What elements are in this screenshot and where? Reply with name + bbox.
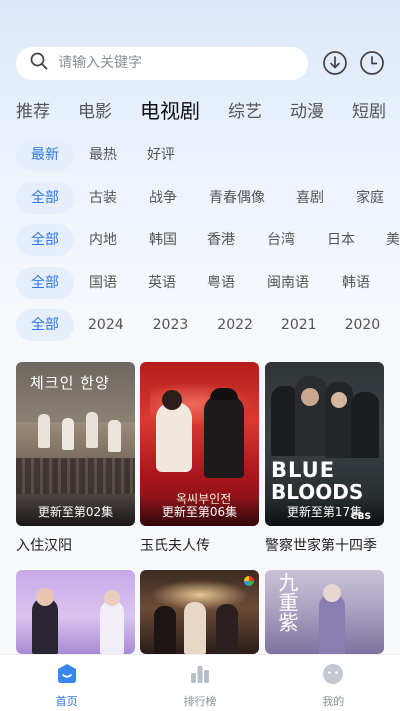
tab-tv-series[interactable]: 电视剧 (140, 95, 200, 124)
filter-genre-all[interactable]: 全部 (16, 182, 74, 214)
download-icon[interactable] (322, 50, 348, 76)
filter-sort-hot[interactable]: 最热 (89, 139, 117, 171)
filter-region-korea[interactable]: 韩国 (149, 224, 177, 256)
filter-genre-comedy[interactable]: 喜剧 (296, 182, 324, 214)
search-icon (30, 52, 48, 74)
filter-region-all[interactable]: 全部 (16, 224, 74, 256)
video-card[interactable]: 체크인 한양 更新至第02集 入住汉阳 (16, 362, 135, 555)
poster-logo-text: 九重紫 (275, 572, 299, 632)
filter-row-language: 全部 国语 英语 粤语 闽南语 韩语 (16, 267, 400, 299)
filter-genre-costume[interactable]: 古装 (89, 182, 117, 214)
home-icon (56, 663, 78, 689)
filter-year-all[interactable]: 全部 (16, 309, 74, 341)
filter-sort-latest[interactable]: 最新 (16, 139, 74, 171)
network-logo-text: CBS (351, 512, 371, 522)
filter-row-year: 全部 2024 2023 2022 2021 2020 (16, 309, 400, 341)
filter-lang-cantonese[interactable]: 粤语 (207, 267, 235, 299)
search-input[interactable] (58, 55, 278, 71)
filter-row-sort: 最新 最热 好评 (16, 139, 400, 171)
nav-profile[interactable]: 我的 (267, 655, 400, 711)
filter-region-hongkong[interactable]: 香港 (207, 224, 235, 256)
video-card[interactable]: 九重紫 (265, 570, 384, 654)
filter-region-mainland[interactable]: 内地 (89, 224, 117, 256)
history-clock-icon[interactable] (359, 50, 385, 76)
poster-image: 옥씨부인전 更新至第06集 (140, 362, 259, 526)
filter-year-2022[interactable]: 2022 (217, 309, 253, 341)
tab-movies[interactable]: 电影 (78, 97, 112, 122)
poster-image: 九重紫 (265, 570, 384, 654)
card-title: 入住汉阳 (16, 538, 72, 554)
filter-lang-english[interactable]: 英语 (148, 267, 176, 299)
filter-year-2024[interactable]: 2024 (88, 309, 124, 341)
poster-image (16, 570, 135, 654)
filter-region-taiwan[interactable]: 台湾 (267, 224, 295, 256)
poster-logo-text: 체크인 한양 (30, 374, 110, 392)
profile-face-icon (322, 663, 344, 689)
poster-image: 체크인 한양 更新至第02集 (16, 362, 135, 526)
video-card[interactable] (140, 570, 259, 654)
card-title: 玉氏夫人传 (140, 538, 210, 554)
filter-lang-all[interactable]: 全部 (16, 267, 74, 299)
poster-image (140, 570, 259, 654)
filter-lang-minnan[interactable]: 闽南语 (267, 267, 309, 299)
ranking-bar-icon (189, 663, 211, 689)
filter-lang-korean[interactable]: 韩语 (342, 267, 370, 299)
filter-genre-youth-idol[interactable]: 青春偶像 (209, 182, 265, 214)
episode-badge: 更新至第06集 (140, 498, 259, 526)
search-box[interactable] (16, 46, 308, 80)
nav-ranking[interactable]: 排行榜 (133, 655, 266, 711)
category-tabs: 推荐 电影 电视剧 综艺 动漫 短剧 (16, 94, 400, 124)
filter-region-japan[interactable]: 日本 (327, 224, 355, 256)
poster-title-line-1: BLUE (271, 458, 336, 482)
episode-badge: 更新至第02集 (16, 498, 135, 526)
filter-row-region: 全部 内地 韩国 香港 台湾 日本 美 (16, 224, 400, 256)
video-card[interactable]: BLUE BLOODS CBS 更新至第17集 警察世家第十四季 (265, 362, 384, 555)
top-bar (16, 46, 384, 80)
nav-ranking-label: 排行榜 (183, 695, 217, 708)
filter-genre-family[interactable]: 家庭 (356, 182, 384, 214)
tab-anime[interactable]: 动漫 (290, 97, 324, 122)
nav-home[interactable]: 首页 (0, 655, 133, 711)
filter-year-2020[interactable]: 2020 (345, 309, 381, 341)
filter-genre-war[interactable]: 战争 (149, 182, 177, 214)
filter-lang-mandarin[interactable]: 国语 (89, 267, 117, 299)
card-title: 警察世家第十四季 (265, 538, 377, 554)
nav-profile-label: 我的 (322, 695, 345, 708)
filter-row-genre: 全部 古装 战争 青春偶像 喜剧 家庭 (16, 182, 400, 214)
nav-home-label: 首页 (55, 695, 78, 708)
tab-recommend[interactable]: 推荐 (16, 97, 50, 122)
filter-region-usa[interactable]: 美 (386, 224, 400, 256)
tab-variety[interactable]: 综艺 (228, 97, 262, 122)
poster-image: BLUE BLOODS CBS 更新至第17集 (265, 362, 384, 526)
filter-year-2021[interactable]: 2021 (281, 309, 317, 341)
bottom-navigation: 首页 排行榜 我的 (0, 654, 400, 711)
video-card[interactable] (16, 570, 135, 654)
video-card[interactable]: 옥씨부인전 更新至第06集 玉氏夫人传 (140, 362, 259, 555)
filter-year-2023[interactable]: 2023 (153, 309, 189, 341)
tab-short-drama[interactable]: 短剧 (352, 97, 386, 122)
filter-sort-rating[interactable]: 好评 (147, 139, 175, 171)
